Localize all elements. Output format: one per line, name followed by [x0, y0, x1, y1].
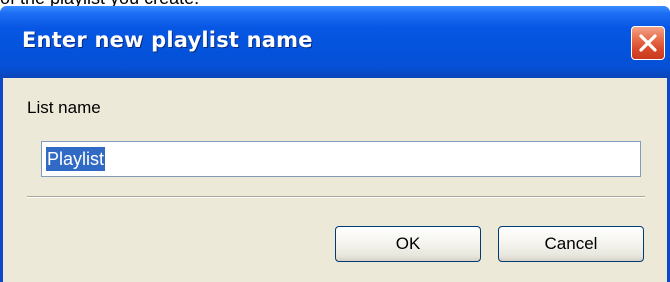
input-selected-text: Playlist — [46, 147, 106, 171]
close-icon — [639, 34, 657, 52]
ok-button[interactable]: OK — [335, 226, 481, 262]
dialog-body: List name Playlist OK Cancel — [3, 78, 667, 282]
dialog-title: Enter new playlist name — [22, 28, 313, 52]
list-name-input[interactable]: Playlist — [41, 141, 641, 177]
dialog-window: Enter new playlist name List name Playli… — [0, 6, 670, 282]
close-button[interactable] — [631, 26, 665, 60]
list-name-label: List name — [27, 98, 101, 117]
title-bar[interactable]: Enter new playlist name — [0, 6, 670, 78]
cancel-button[interactable]: Cancel — [498, 226, 644, 262]
screen: of the playlist you create. Enter new pl… — [0, 0, 670, 282]
separator — [27, 196, 645, 198]
